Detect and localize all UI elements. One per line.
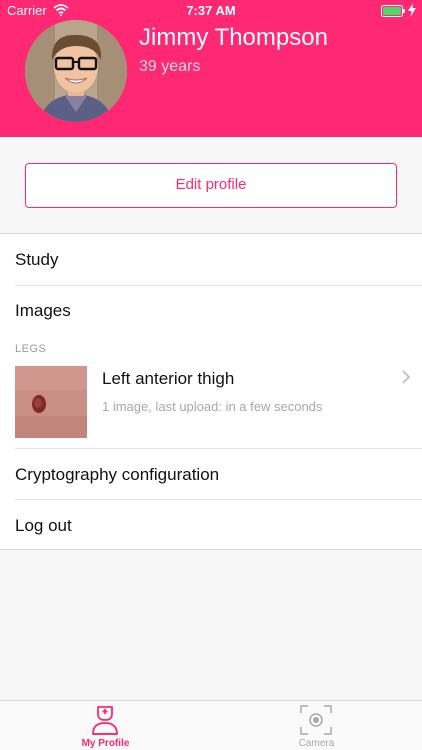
charging-bolt-icon [408,3,416,17]
image-title: Left anterior thigh [102,369,235,388]
profile-age: 39 years [139,58,201,75]
tab-camera[interactable]: Camera [211,701,422,750]
image-list-item[interactable]: Left anterior thigh 1 image, last upload… [0,362,422,448]
menu-item-cryptography[interactable]: Cryptography configuration [0,448,422,499]
menu-item-study[interactable]: Study [0,234,422,285]
menu-item-logout[interactable]: Log out [0,499,422,550]
tab-bar: My Profile Camera [0,700,422,750]
doctor-icon [92,706,118,735]
edit-profile-button[interactable]: Edit profile [25,163,397,208]
menu-item-label: Log out [15,516,72,535]
app-screen: Carrier 7:37 AM Jimmy Thompson 39 years … [0,0,422,750]
status-bar: Carrier 7:37 AM [0,0,422,22]
profile-header: Carrier 7:37 AM Jimmy Thompson 39 years [0,0,422,137]
chevron-right-icon [402,370,411,384]
menu-item-label: Images [15,301,71,320]
battery-icon [381,5,405,17]
profile-name: Jimmy Thompson [139,24,328,51]
image-subtitle: 1 image, last upload: in a few seconds [102,399,323,414]
section-header-legs: LEGS [15,343,47,355]
menu-item-label: Cryptography configuration [15,465,220,484]
camera-icon [300,705,332,735]
status-time: 7:37 AM [186,3,236,18]
menu-item-label: Study [15,250,59,269]
profile-menu-list: Study Images LEGS Left anterior thigh 1 … [0,234,422,550]
tab-my-profile[interactable]: My Profile [0,701,211,750]
lesion-thumbnail [15,366,87,438]
edit-profile-section: Edit profile [0,137,422,234]
avatar-portrait-icon [25,20,127,122]
menu-item-images[interactable]: Images [0,285,422,335]
tab-label: Camera [298,738,335,749]
tab-label: My Profile [81,738,130,749]
avatar[interactable] [25,20,127,122]
